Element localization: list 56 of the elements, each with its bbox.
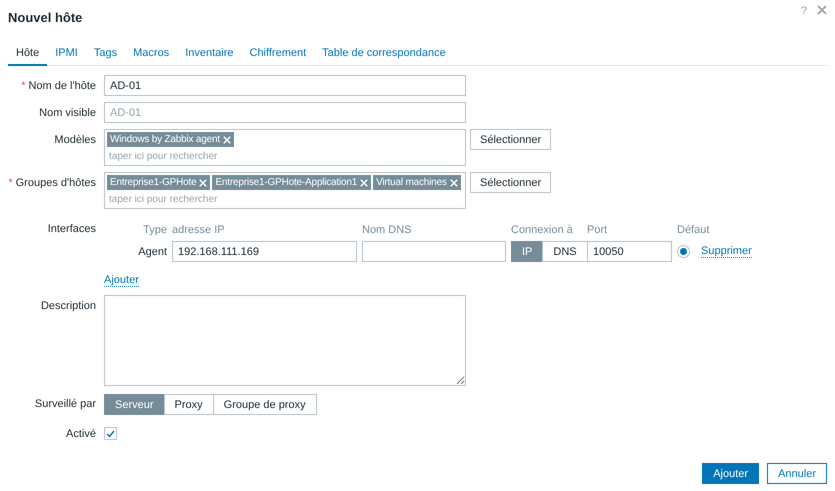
add-link[interactable]: Ajouter bbox=[104, 274, 139, 287]
close-icon[interactable] bbox=[817, 5, 827, 15]
default-radio[interactable] bbox=[677, 245, 690, 258]
enabled-checkbox[interactable] bbox=[104, 427, 117, 440]
multiselect-field[interactable]: Entreprise1-GPHote Entreprise1-GPHote-Application1 Virtual machines taper ici pour rechercher bbox=[104, 172, 466, 209]
field-label: Modèles bbox=[53, 133, 96, 146]
remove-link[interactable]: Supprimer bbox=[701, 245, 752, 258]
selected-tag: Entreprise1-GPHote bbox=[107, 175, 210, 190]
required-mark: * bbox=[21, 80, 26, 92]
monitor-option[interactable]: Serveur bbox=[104, 394, 165, 415]
multiselect-field[interactable]: Windows by Zabbix agent taper ici pour rechercher bbox=[104, 129, 466, 166]
select-button[interactable]: Sélectionner bbox=[470, 172, 552, 193]
remove-icon[interactable] bbox=[222, 136, 231, 144]
cancel-button[interactable]: Annuler bbox=[767, 463, 827, 484]
field-label: * Nom de l'hôte bbox=[20, 79, 96, 92]
help-icon[interactable]: ? bbox=[800, 5, 807, 17]
tab[interactable]: Tags bbox=[86, 44, 126, 66]
column-header: Port bbox=[587, 223, 608, 236]
ip-address-field[interactable]: 192.168.111.169 bbox=[172, 241, 357, 262]
required-mark: * bbox=[8, 177, 13, 189]
tab[interactable]: Chiffrement bbox=[242, 44, 314, 66]
add-button[interactable]: Ajouter bbox=[702, 463, 760, 484]
monitor-option[interactable]: Groupe de proxy bbox=[212, 394, 317, 415]
column-header: adresse IP bbox=[172, 223, 226, 236]
tab[interactable]: Inventaire bbox=[177, 44, 242, 66]
field-label: Activé bbox=[65, 427, 96, 440]
select-button[interactable]: Sélectionner bbox=[470, 129, 552, 150]
host-name-field[interactable]: AD-01 bbox=[104, 75, 466, 96]
description-field[interactable] bbox=[104, 295, 466, 386]
remove-icon[interactable] bbox=[360, 178, 368, 186]
tab[interactable]: Table de correspondance bbox=[314, 44, 454, 66]
field-label: Description bbox=[40, 299, 96, 312]
selected-tag: Entreprise1-GPHote-Application1 bbox=[212, 175, 372, 190]
connect-toggle[interactable]: DNS bbox=[542, 241, 588, 262]
remove-icon[interactable] bbox=[450, 178, 458, 186]
field-label: Interfaces bbox=[46, 222, 96, 235]
tab[interactable]: IPMI bbox=[47, 44, 86, 66]
port-field[interactable]: 10050 bbox=[587, 241, 672, 262]
visible-name-field[interactable]: AD-01 bbox=[104, 102, 466, 123]
field-label: Surveillé par bbox=[34, 397, 96, 410]
column-header: Connexion à bbox=[511, 223, 574, 236]
dns-name-field[interactable] bbox=[362, 241, 506, 262]
dialog-title: Nouvel hôte bbox=[8, 10, 82, 25]
tab[interactable]: Hôte bbox=[8, 44, 48, 66]
remove-icon[interactable] bbox=[199, 178, 208, 186]
monitor-option[interactable]: Proxy bbox=[164, 394, 214, 415]
selected-tag: Windows by Zabbix agent bbox=[107, 132, 234, 147]
field-label: * Groupes d'hôtes bbox=[8, 176, 96, 189]
tab[interactable]: Macros bbox=[125, 44, 178, 66]
connect-toggle[interactable]: IP bbox=[511, 241, 544, 262]
column-header: Nom DNS bbox=[362, 223, 413, 236]
column-header: Défaut bbox=[677, 223, 710, 236]
selected-tag: Virtual machines bbox=[373, 175, 461, 190]
interface-type: Agent bbox=[137, 246, 167, 258]
column-header: Type bbox=[142, 223, 167, 236]
field-label: Nom visible bbox=[38, 106, 96, 119]
